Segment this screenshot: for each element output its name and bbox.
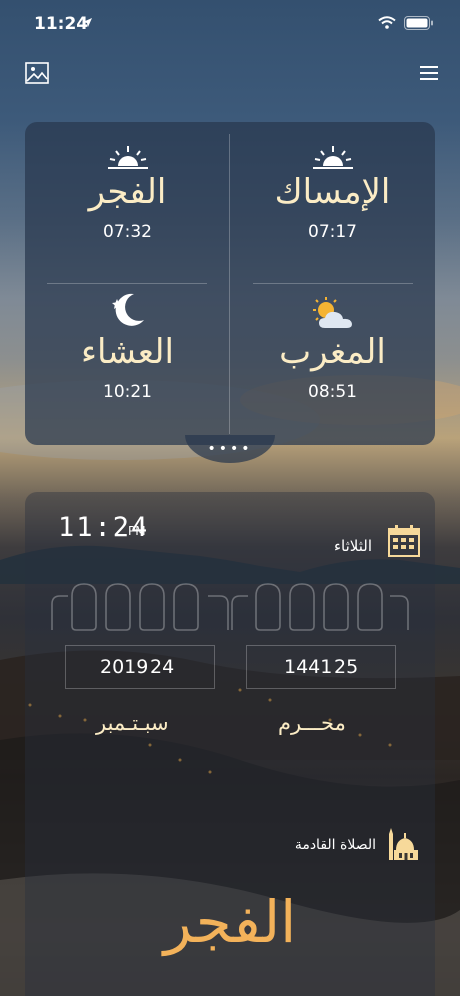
gregorian-day: 24 [150,656,175,678]
expand-tab[interactable]: •••• [185,435,275,463]
hijri-day: 25 [334,656,359,678]
hamburger-menu-icon[interactable] [420,66,438,80]
prayer-time: 08:51 [308,382,357,402]
sunrise-icon [107,146,148,169]
prayer-fajr[interactable]: الفجر 07:32 [25,132,230,242]
prayer-time: 07:32 [103,222,152,242]
prayer-name: المغرب [279,332,386,372]
image-icon[interactable] [25,62,49,84]
prayer-name: الإمساك [274,172,391,212]
prayer-time: 10:21 [103,382,152,402]
next-prayer-label: الصلاة القادمة [294,837,376,853]
wifi-icon [378,16,396,29]
status-bar: 11:24 [0,0,460,46]
gregorian-year: 2019 [100,656,149,678]
cloudy-sun-icon [312,297,352,328]
divider [253,283,413,284]
prayer-name: الفجر [88,172,167,212]
location-arrow-icon [83,18,92,27]
divider [47,283,207,284]
moon-star-icon [111,293,144,326]
next-prayer-name: الفجر [163,888,297,956]
prayer-times-card: الإمساك 07:17 الفجر 07:32 المغرب 08:51 ا… [25,122,435,445]
mosque-icon [389,828,418,860]
prayer-time: 07:17 [308,222,357,242]
battery-icon [404,16,433,30]
more-dots: •••• [207,441,253,457]
day-name: الثلاثاء [333,537,372,555]
prayer-imsak[interactable]: الإمساك 07:17 [230,132,435,242]
status-time: 11:24 [34,14,89,34]
prayer-isha[interactable]: العشاء 10:21 [25,292,230,402]
ornament-frame [51,583,409,631]
prayer-maghrib[interactable]: المغرب 08:51 [230,292,435,402]
prayer-name: العشاء [81,332,174,372]
hijri-year: 1441 [284,656,333,678]
calendar-icon [388,525,420,557]
hijri-month: محـــرم [278,711,346,735]
clock-ampm: PM [128,524,146,538]
sunrise-icon [312,146,353,169]
gregorian-month: سبـتـمبر [96,711,169,735]
